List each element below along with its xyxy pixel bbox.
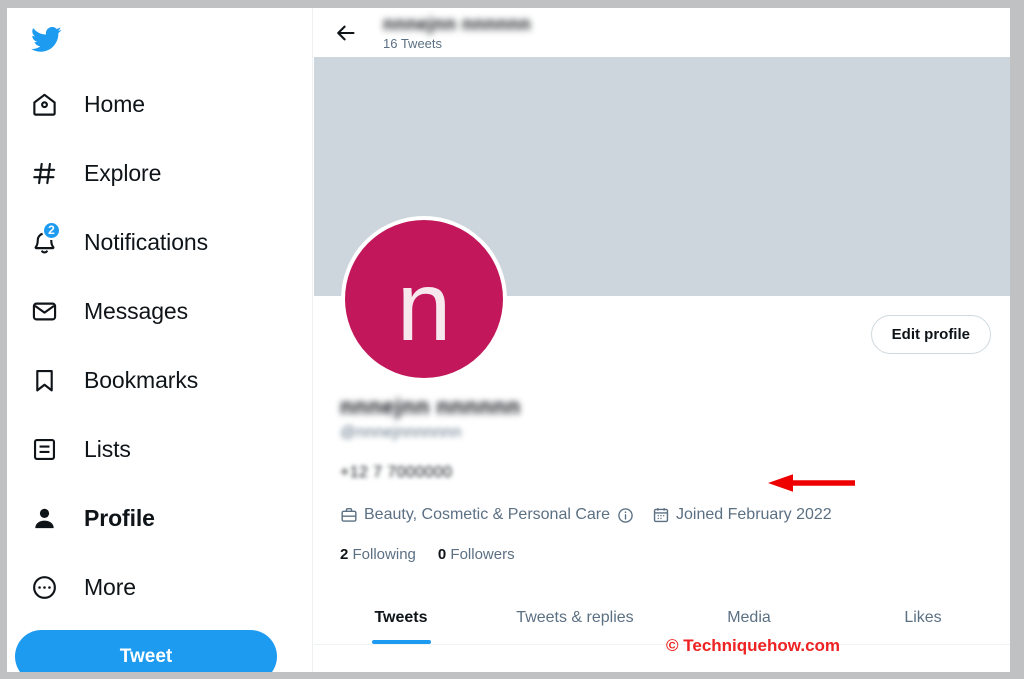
sidebar-item-notifications[interactable]: 2 Notifications [7, 208, 313, 277]
followers-count[interactable]: 0 Followers [438, 546, 515, 563]
twitter-app-viewport: Home Explore 2 Notifications Messages Bo… [7, 8, 1010, 672]
profile-main-column: nnnejnn nnnnnn 16 Tweets n Edit profile … [314, 8, 1010, 672]
sidebar-item-messages[interactable]: Messages [7, 277, 313, 346]
header-text-block: nnnejnn nnnnnn 16 Tweets [383, 13, 531, 51]
profile-handle: @nnnejnnnnnnn [340, 424, 462, 441]
sidebar-item-explore[interactable]: Explore [7, 139, 313, 208]
tab-label: Likes [904, 609, 942, 626]
bell-icon: 2 [25, 220, 63, 262]
tab-tweets-and-replies[interactable]: Tweets & replies [488, 592, 662, 644]
profile-identity-block: nnnejnn nnnnnn @nnnejnnnnnnn +12 7 70000… [340, 394, 980, 482]
screenshot-frame: Home Explore 2 Notifications Messages Bo… [0, 0, 1024, 679]
following-count[interactable]: 2 Following [340, 546, 416, 563]
header-display-name: nnnejnn nnnnnn [383, 13, 531, 34]
sidebar-item-bookmarks[interactable]: Bookmarks [7, 346, 313, 415]
tab-likes[interactable]: Likes [836, 592, 1010, 644]
calendar-icon [652, 506, 670, 524]
tab-active-underline [371, 640, 431, 644]
followers-number: 0 [437, 546, 447, 563]
sidebar-item-label: Messages [84, 298, 189, 324]
sidebar-item-label: Home [84, 91, 145, 117]
left-arrow-annotation [767, 472, 855, 494]
twitter-logo[interactable] [21, 14, 71, 64]
list-icon [25, 431, 63, 469]
primary-sidebar: Home Explore 2 Notifications Messages Bo… [7, 8, 313, 672]
sidebar-item-label: Profile [84, 505, 155, 531]
sidebar-nav-list: Home Explore 2 Notifications Messages Bo… [7, 70, 313, 622]
envelope-icon [25, 293, 63, 331]
info-circle-icon[interactable] [617, 507, 634, 524]
following-label: Following [352, 546, 416, 563]
bookmark-icon [25, 362, 63, 400]
sidebar-item-label: Notifications [84, 229, 208, 255]
profile-follow-counts: 2 Following 0 Followers [340, 546, 537, 563]
followers-label: Followers [450, 546, 515, 563]
tab-label: Tweets [374, 609, 428, 626]
twitter-bird-icon [30, 26, 62, 52]
tweet-button[interactable]: Tweet [15, 630, 277, 672]
profile-category: Beauty, Cosmetic & Personal Care [340, 506, 634, 524]
edit-profile-button[interactable]: Edit profile [870, 315, 991, 354]
tab-tweets[interactable]: Tweets [314, 592, 488, 644]
sidebar-item-home[interactable]: Home [7, 70, 313, 139]
watermark: © Techniquehow.com [666, 636, 841, 655]
avatar[interactable]: n [341, 216, 507, 382]
back-arrow-icon[interactable] [327, 14, 365, 52]
profile-display-name: nnnejnn nnnnnn [340, 394, 521, 419]
sidebar-item-label: More [84, 574, 137, 600]
notifications-badge: 2 [42, 220, 61, 240]
sidebar-item-label: Bookmarks [84, 367, 199, 393]
following-number: 2 [340, 546, 349, 563]
profile-phone-number: +12 7 7000000 [340, 464, 453, 481]
sidebar-item-label: Lists [84, 436, 131, 462]
header-tweet-count: 16 Tweets [383, 35, 443, 51]
home-icon [25, 86, 63, 124]
profile-header-bar: nnnejnn nnnnnn 16 Tweets [314, 8, 1010, 57]
more-circle-icon [25, 569, 63, 607]
tab-label: Tweets & replies [516, 609, 634, 626]
profile-joined-label: Joined February 2022 [676, 506, 832, 523]
person-icon [25, 500, 63, 538]
profile-joined: Joined February 2022 [652, 506, 832, 524]
sidebar-item-lists[interactable]: Lists [7, 415, 313, 484]
profile-tabs: Tweets Tweets & replies Media Likes [314, 592, 1010, 645]
sidebar-item-profile[interactable]: Profile [7, 484, 313, 553]
profile-category-label: Beauty, Cosmetic & Personal Care [364, 506, 611, 523]
briefcase-icon [340, 506, 358, 524]
sidebar-item-more[interactable]: More [7, 553, 313, 622]
avatar-initial: n [396, 251, 452, 361]
profile-meta-row: Beauty, Cosmetic & Personal Care Joined … [340, 506, 832, 524]
hashtag-icon [25, 155, 63, 193]
sidebar-item-label: Explore [84, 160, 162, 186]
tab-label: Media [727, 609, 771, 626]
